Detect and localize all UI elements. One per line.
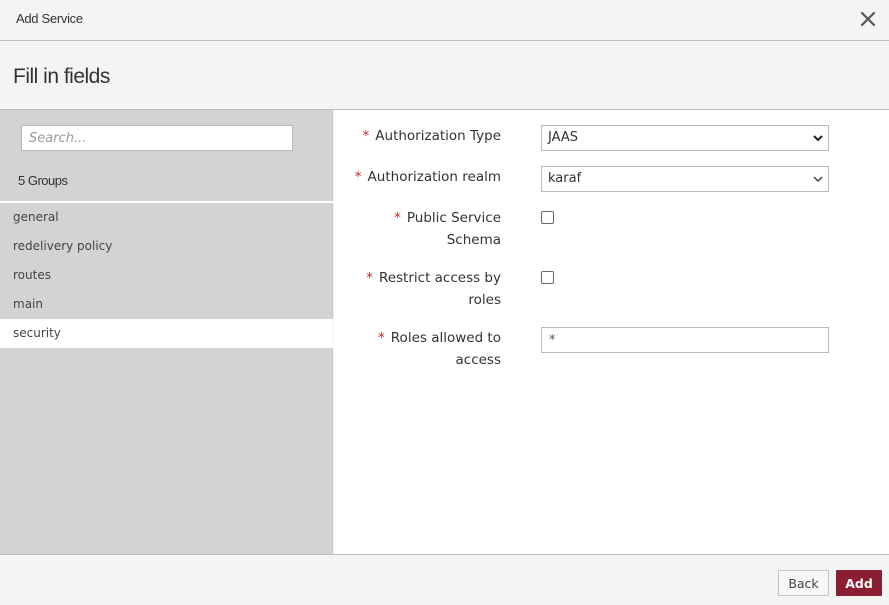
chevron-down-icon: [813, 176, 823, 183]
select-value: karaf: [548, 171, 582, 186]
roles-allowed-input[interactable]: [541, 327, 829, 353]
back-button[interactable]: Back: [778, 570, 829, 596]
chevron-down-icon: [813, 135, 823, 142]
group-item-security[interactable]: security: [0, 319, 333, 348]
group-item-redelivery-policy[interactable]: redelivery policy: [0, 232, 333, 261]
page-title: Fill in fields: [13, 65, 110, 88]
group-item-main[interactable]: main: [0, 290, 333, 319]
groups-count: 5 Groups: [18, 173, 68, 188]
restrict-access-checkbox[interactable]: [541, 271, 554, 284]
dialog-footer: Back Add: [0, 554, 889, 605]
field-label: * Authorization Type: [362, 128, 501, 144]
add-service-dialog: Add Service Fill in fields 5 Groups gene…: [0, 0, 889, 605]
required-marker: *: [378, 330, 385, 346]
group-list: general redelivery policy routes main se…: [0, 203, 333, 348]
authorization-realm-select[interactable]: karaf: [541, 166, 829, 192]
required-marker: *: [394, 210, 401, 226]
groups-sidebar: 5 Groups general redelivery policy route…: [0, 110, 333, 554]
dialog-titlebar: Add Service: [0, 0, 889, 41]
required-marker: *: [354, 169, 362, 185]
field-label: * Restrict access by roles: [366, 270, 501, 308]
field-label: * Roles allowed to access: [378, 330, 501, 368]
field-label: * Public Service Schema: [394, 210, 501, 248]
group-item-general[interactable]: general: [0, 203, 333, 232]
dialog-title: Add Service: [16, 11, 83, 26]
group-item-routes[interactable]: routes: [0, 261, 333, 290]
required-marker: *: [366, 270, 373, 286]
public-service-schema-checkbox[interactable]: [541, 211, 554, 224]
add-button[interactable]: Add: [836, 570, 882, 596]
select-value: JAAS: [548, 130, 579, 145]
authorization-type-select[interactable]: JAAS: [541, 125, 829, 151]
search-input[interactable]: [21, 125, 293, 151]
dialog-subheader: Fill in fields: [0, 41, 889, 110]
field-label: * Authorization realm: [354, 169, 501, 185]
form-panel: * Authorization Type JAAS * Authorization …: [334, 110, 889, 554]
required-marker: *: [362, 128, 370, 144]
close-icon[interactable]: [857, 8, 879, 30]
